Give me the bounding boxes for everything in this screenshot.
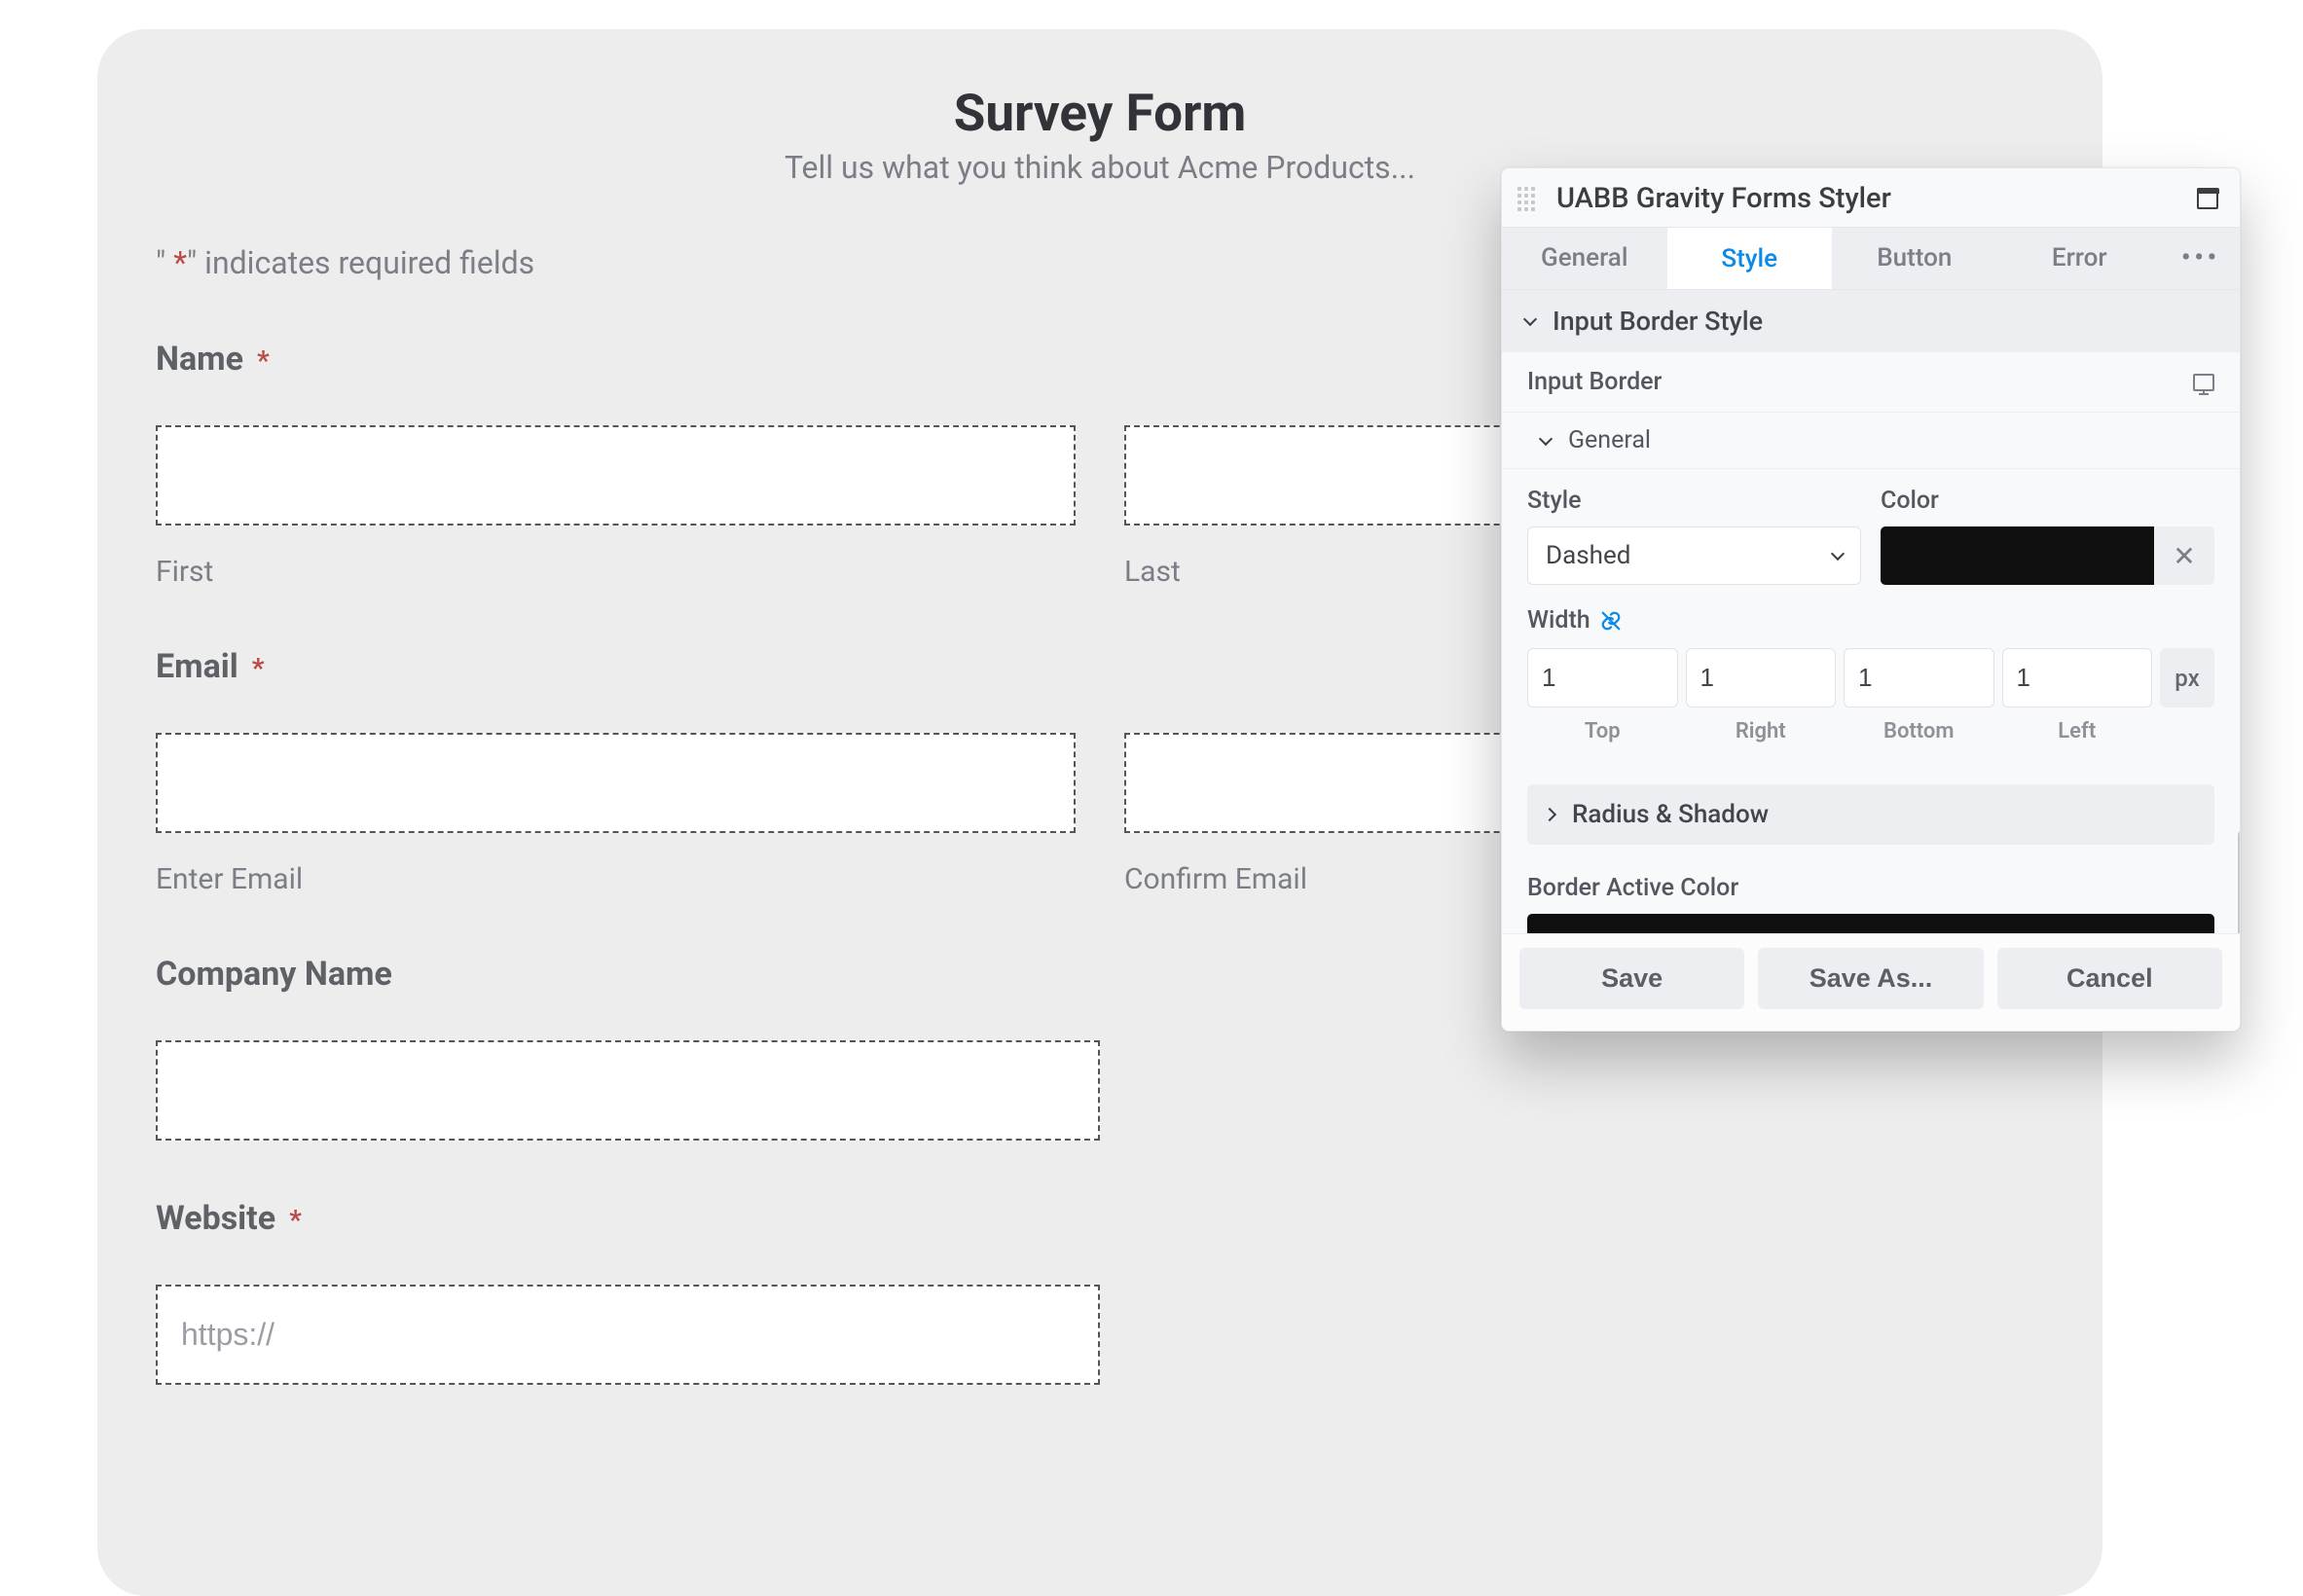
width-right-label: Right: [1686, 719, 1837, 744]
chevron-down-icon: [1539, 431, 1553, 445]
asterisk-icon: *: [173, 244, 187, 281]
maximize-icon[interactable]: [2197, 188, 2218, 209]
panel-title: UABB Gravity Forms Styler: [1556, 182, 2197, 215]
style-color-row: Style Dashed Color ✕: [1502, 469, 2240, 595]
tab-button[interactable]: Button: [1832, 228, 1997, 289]
drag-handle-icon[interactable]: [1517, 183, 1539, 214]
required-asterisk: *: [252, 652, 265, 684]
border-color-swatch[interactable]: [1881, 526, 2154, 585]
border-width-left[interactable]: [2002, 648, 2153, 707]
scrollbar-thumb[interactable]: [2238, 830, 2240, 933]
company-name-input[interactable]: [156, 1040, 1100, 1141]
form-title: Survey Form: [156, 83, 2044, 143]
border-width-bottom[interactable]: [1844, 648, 1994, 707]
section-input-border-style[interactable]: Input Border Style: [1502, 290, 2240, 352]
styler-panel: UABB Gravity Forms Styler General Style …: [1501, 167, 2241, 1032]
required-asterisk: *: [289, 1204, 302, 1236]
border-active-color-label: Border Active Color: [1527, 874, 2214, 902]
section-radius-shadow[interactable]: Radius & Shadow: [1527, 784, 2214, 845]
panel-body: Input Border Style Input Border General …: [1502, 290, 2240, 933]
first-name-input[interactable]: [156, 425, 1076, 526]
border-width-top[interactable]: [1527, 648, 1678, 707]
row-input-border: Input Border: [1502, 352, 2240, 413]
panel-tabs: General Style Button Error •••: [1502, 228, 2240, 290]
website-input[interactable]: [156, 1285, 1100, 1385]
style-label: Style: [1527, 487, 1861, 515]
tab-general[interactable]: General: [1502, 228, 1667, 289]
panel-footer: Save Save As... Cancel: [1502, 933, 2240, 1031]
subsection-general[interactable]: General: [1502, 413, 2240, 469]
width-unit[interactable]: px: [2160, 648, 2214, 707]
width-top-label: Top: [1527, 719, 1678, 744]
tab-error[interactable]: Error: [1997, 228, 2163, 289]
website-label: Website*: [156, 1199, 2044, 1238]
enter-email-input[interactable]: [156, 733, 1076, 833]
border-style-select[interactable]: Dashed: [1527, 526, 1861, 585]
tab-style[interactable]: Style: [1667, 228, 1833, 289]
save-as-button[interactable]: Save As...: [1758, 948, 1983, 1009]
border-active-color-swatch[interactable]: [1527, 914, 2214, 933]
width-left-label: Left: [2002, 719, 2153, 744]
chevron-right-icon: [1543, 808, 1556, 821]
width-label: Width: [1527, 606, 1590, 635]
width-bottom-label: Bottom: [1844, 719, 1994, 744]
required-asterisk: *: [257, 345, 270, 377]
border-style-value: Dashed: [1546, 541, 1630, 570]
chevron-down-icon: [1831, 547, 1845, 561]
color-label: Color: [1881, 487, 2214, 515]
save-button[interactable]: Save: [1519, 948, 1744, 1009]
panel-header[interactable]: UABB Gravity Forms Styler: [1502, 168, 2240, 228]
width-row: Width px Top Right Bottom Left: [1502, 595, 2240, 767]
tab-more[interactable]: •••: [2162, 228, 2240, 289]
field-website: Website*: [156, 1199, 2044, 1385]
chevron-down-icon: [1523, 312, 1537, 326]
desktop-icon[interactable]: [2193, 374, 2214, 391]
cancel-button[interactable]: Cancel: [1997, 948, 2222, 1009]
enter-email-sublabel: Enter Email: [156, 862, 1076, 896]
first-name-sublabel: First: [156, 555, 1076, 589]
clear-color-button[interactable]: ✕: [2154, 526, 2214, 585]
link-values-icon[interactable]: [1600, 610, 1622, 632]
border-width-right[interactable]: [1686, 648, 1837, 707]
